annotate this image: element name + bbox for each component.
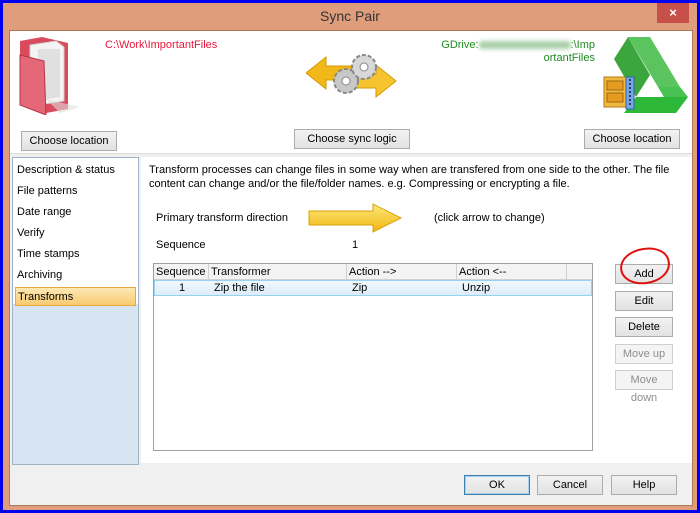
dialog-client: C:\Work\ImportantFiles Choose location C…	[9, 30, 693, 506]
move-down-button[interactable]: Move down	[615, 370, 673, 404]
left-choose-location-button[interactable]: Choose location	[21, 131, 117, 151]
column-header-action-forward[interactable]: Action -->	[347, 264, 457, 280]
column-header-transformer[interactable]: Transformer	[209, 264, 347, 280]
cell-action-back: Unzip	[462, 282, 491, 294]
direction-label: Primary transform direction	[156, 212, 289, 224]
cell-transformer: Zip the file	[214, 282, 265, 294]
sidebar-item-file-patterns[interactable]: File patterns	[15, 182, 136, 201]
transforms-table: Sequence Transformer Action --> Action <…	[153, 263, 593, 451]
cell-action-forward: Zip	[352, 282, 368, 294]
sidebar-item-verify[interactable]: Verify	[15, 224, 136, 243]
sync-pair-dialog: Sync Pair × C:\Work\ImportantFiles Choos…	[3, 3, 697, 510]
column-header-filler	[567, 264, 592, 280]
close-button[interactable]: ×	[657, 3, 689, 23]
sync-logic-icon	[306, 54, 397, 99]
cell-sequence: 1	[179, 282, 186, 294]
sync-header: C:\Work\ImportantFiles Choose location C…	[10, 31, 692, 154]
right-path-line2: ortantFiles	[543, 52, 595, 64]
right-path-suffix: :\Imp	[570, 39, 595, 51]
redacted-email	[478, 41, 571, 50]
sidebar-item-archiving[interactable]: Archiving	[15, 266, 136, 285]
right-path: GDrive: :\Imp ortantFiles	[435, 39, 595, 65]
sidebar-item-time-stamps[interactable]: Time stamps	[15, 245, 136, 264]
window-title: Sync Pair	[320, 8, 380, 24]
title-bar: Sync Pair ×	[3, 3, 697, 29]
right-choose-location-button[interactable]: Choose location	[584, 129, 680, 149]
settings-nav: Description & status File patterns Date …	[13, 158, 138, 306]
ok-button[interactable]: OK	[464, 475, 530, 495]
sidebar-item-transforms[interactable]: Transforms	[15, 287, 136, 306]
edit-button[interactable]: Edit	[615, 291, 673, 311]
direction-arrow-icon[interactable]	[307, 203, 403, 233]
delete-button[interactable]: Delete	[615, 317, 673, 337]
transforms-description: Transform processes can change files in …	[149, 164, 670, 190]
column-header-sequence[interactable]: Sequence	[154, 264, 209, 280]
column-header-action-back[interactable]: Action <--	[457, 264, 567, 280]
sidebar-item-date-range[interactable]: Date range	[15, 203, 136, 222]
choose-sync-logic-button[interactable]: Choose sync logic	[294, 129, 410, 149]
left-path: C:\Work\ImportantFiles	[105, 39, 218, 51]
folder-icon	[19, 37, 80, 115]
move-up-button[interactable]: Move up	[615, 344, 673, 364]
cancel-button[interactable]: Cancel	[537, 475, 603, 495]
help-button[interactable]: Help	[611, 475, 677, 495]
sidebar-item-description-status[interactable]: Description & status	[15, 161, 136, 180]
transforms-panel: Transform processes can change files in …	[141, 157, 692, 463]
direction-hint: (click arrow to change)	[434, 212, 545, 224]
settings-sidebar: Description & status File patterns Date …	[12, 157, 139, 465]
google-drive-zip-icon	[603, 37, 688, 113]
sequence-label: Sequence	[156, 239, 206, 251]
sequence-value: 1	[352, 239, 359, 251]
table-row[interactable]: 1 Zip the file Zip Unzip	[154, 280, 592, 296]
right-path-prefix: GDrive:	[441, 39, 479, 51]
